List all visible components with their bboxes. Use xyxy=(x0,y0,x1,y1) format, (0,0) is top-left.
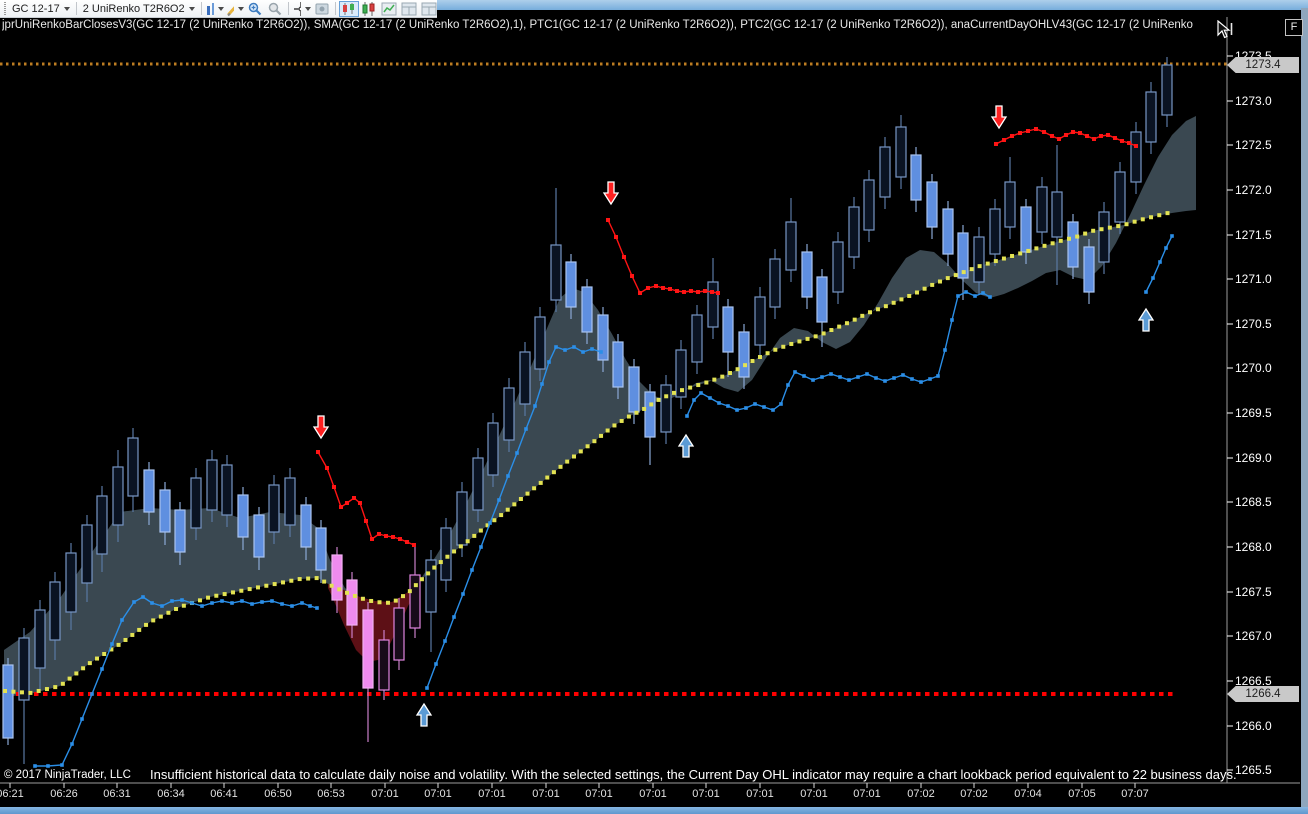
focus-button[interactable]: F xyxy=(1285,19,1303,36)
price-tick-label: 1272.0 xyxy=(1235,183,1272,197)
zoom-out-icon[interactable] xyxy=(265,1,285,17)
ptc-short-trail-line xyxy=(994,127,1138,148)
indicator-labels: jprUniRenkoBarClosesV3(GC 12-17 (2 UniRe… xyxy=(2,19,1193,31)
ohl-warning-text: Insufficient historical data to calculat… xyxy=(150,767,1237,782)
crosshair-icon[interactable] xyxy=(292,1,312,17)
buy-arrow-icon xyxy=(1137,307,1155,332)
toolbar-icon-group xyxy=(205,0,439,17)
copyright-text: © 2017 NinjaTrader, LLC xyxy=(4,769,131,781)
ptc-short-trail-line xyxy=(316,450,416,547)
time-tick-label: 07:01 xyxy=(585,788,613,800)
zoom-in-icon[interactable] xyxy=(245,1,265,17)
time-tick-label: 07:01 xyxy=(692,788,720,800)
time-tick-label: 06:50 xyxy=(264,788,292,800)
data-series-icon[interactable] xyxy=(359,1,379,17)
time-tick-label: 06:34 xyxy=(157,788,185,800)
window-frame-top xyxy=(437,0,1308,10)
chart-canvas[interactable] xyxy=(0,0,1308,814)
sell-arrow-icon xyxy=(602,181,620,206)
time-tick-label: 07:01 xyxy=(800,788,828,800)
indicator-cloud-gray xyxy=(4,116,1196,697)
price-tick-label: 1273.0 xyxy=(1235,94,1272,108)
toolbar-separator xyxy=(334,2,336,15)
draw-tools-icon[interactable] xyxy=(225,1,245,17)
sell-arrow-icon xyxy=(990,105,1008,130)
dropdown-caret-icon xyxy=(188,6,195,11)
price-axis[interactable]: 1273.5 1273.0 1272.5 1272.0 1271.5 1271.0 1270… xyxy=(1228,36,1301,796)
price-tick-label: 1267.0 xyxy=(1235,629,1272,643)
price-tick-label: 1266.5 xyxy=(1235,674,1272,688)
time-tick-label: 07:05 xyxy=(1068,788,1096,800)
price-tick-label: 1268.5 xyxy=(1235,495,1272,509)
time-tick-label: 07:01 xyxy=(478,788,506,800)
price-tick-label: 1268.0 xyxy=(1235,540,1272,554)
series-label: 2 UniRenko T2R6O2 xyxy=(82,2,185,15)
buy-arrow-icon xyxy=(415,702,433,727)
price-tick-label: 1269.5 xyxy=(1235,406,1272,420)
price-tick-label: 1271.0 xyxy=(1235,272,1272,286)
dropdown-caret-icon xyxy=(217,6,224,11)
time-tick-label: 07:04 xyxy=(1014,788,1042,800)
time-tick-label: 07:01 xyxy=(371,788,399,800)
dropdown-caret-icon xyxy=(237,6,244,11)
series-selector[interactable]: 2 UniRenko T2R6O2 xyxy=(80,1,198,17)
plot-area xyxy=(0,57,1227,768)
price-tick-label: 1269.0 xyxy=(1235,451,1272,465)
time-tick-label: 07:02 xyxy=(907,788,935,800)
time-tick-label: 06:26 xyxy=(50,788,78,800)
time-tick-label: 06:21 xyxy=(0,788,24,800)
instrument-label: GC 12-17 xyxy=(12,2,60,15)
ninjatrader-chart-window: GC 12-17 2 UniRenko T2R6O2 jprUniRenkoBa… xyxy=(0,0,1308,814)
chart-style-icon[interactable] xyxy=(205,1,225,17)
toolbar-separator xyxy=(200,2,202,15)
dropdown-caret-icon xyxy=(63,6,70,11)
price-tick-label: 1270.5 xyxy=(1235,317,1272,331)
buy-arrow-icon xyxy=(677,433,695,458)
price-tick-label: 1272.5 xyxy=(1235,138,1272,152)
instrument-selector[interactable]: GC 12-17 xyxy=(9,1,73,17)
snapshot-icon[interactable] xyxy=(312,1,332,17)
sell-arrow-icon xyxy=(312,415,330,440)
price-marker-tag: 1273.4 xyxy=(1227,57,1299,73)
price-tick-label: 1265.5 xyxy=(1235,763,1272,777)
price-tick-label: 1266.0 xyxy=(1235,719,1272,733)
time-tick-label: 07:01 xyxy=(746,788,774,800)
price-tick-label: 1270.0 xyxy=(1235,361,1272,375)
window-frame-bottom xyxy=(0,807,1308,814)
chart-trader-icon[interactable] xyxy=(338,0,359,17)
mouse-cursor-icon xyxy=(1216,19,1234,45)
chart-toolbar: GC 12-17 2 UniRenko T2R6O2 xyxy=(0,0,437,18)
time-tick-label: 06:31 xyxy=(103,788,131,800)
price-tick-label: 1271.5 xyxy=(1235,228,1272,242)
time-tick-label: 07:07 xyxy=(1121,788,1149,800)
time-tick-label: 07:01 xyxy=(424,788,452,800)
indicators-icon[interactable] xyxy=(379,1,399,17)
time-tick-label: 07:02 xyxy=(960,788,988,800)
price-marker-tag: 1266.4 xyxy=(1227,686,1299,702)
time-tick-label: 06:41 xyxy=(210,788,238,800)
toolbar-separator xyxy=(287,2,289,15)
ptc-short-trail-line xyxy=(606,218,720,295)
ptc-long-trail-line xyxy=(1144,234,1174,294)
toolbar-grip[interactable] xyxy=(4,2,6,15)
price-tick-label: 1267.5 xyxy=(1235,585,1272,599)
window-grid-icon[interactable] xyxy=(419,1,439,17)
dropdown-caret-icon xyxy=(304,6,311,11)
toolbar-separator xyxy=(75,2,77,15)
time-tick-label: 06:53 xyxy=(317,788,345,800)
properties-icon[interactable] xyxy=(399,1,419,17)
time-axis[interactable]: 06:21 06:26 06:31 06:34 06:41 06:50 06:53 07:01… xyxy=(0,784,1227,806)
window-frame-right xyxy=(1301,8,1308,808)
time-tick-label: 07:01 xyxy=(853,788,881,800)
time-tick-label: 07:01 xyxy=(532,788,560,800)
time-tick-label: 07:01 xyxy=(639,788,667,800)
